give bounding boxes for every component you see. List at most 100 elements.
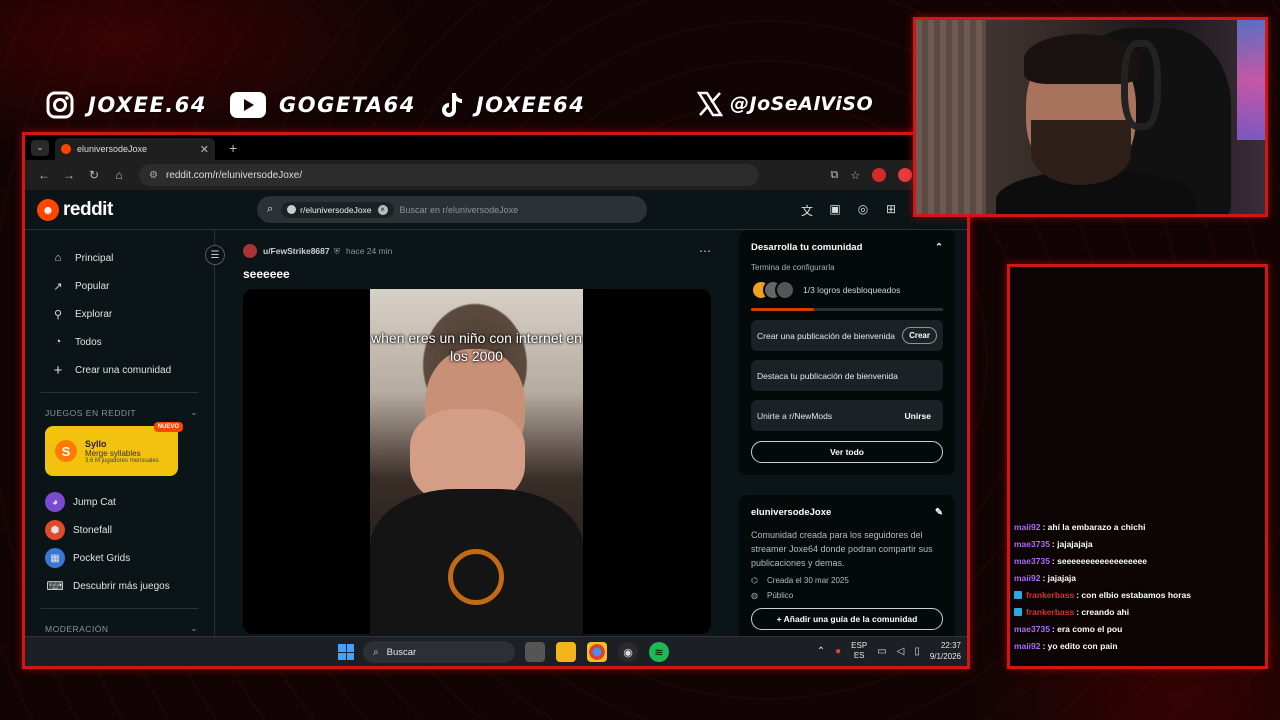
sidebar-item-todos[interactable]: ◔ Todos [25,328,214,356]
task-label: Unirte a r/NewMods [757,410,833,421]
spotify-icon[interactable]: ≋ [649,642,669,662]
chat-username: mae3735 [1014,538,1050,549]
clock[interactable]: 22:37 9/1/2026 [930,640,961,662]
post-title[interactable]: seeeeee [243,267,711,281]
community-created: ⌬ Creada el 30 mar 2025 [751,576,943,585]
back-icon[interactable]: ← [33,168,55,182]
game-label: Stonefall [73,524,112,536]
sidebar-item-popular[interactable]: ↗ Popular [25,272,214,300]
add-guide-button[interactable]: + Añadir una guía de la comunidad [751,608,943,630]
explore-icon: ⚲ [53,308,63,321]
syllo-logo-icon: S [55,440,77,462]
reddit-logo-icon[interactable]: ☻ [37,198,59,221]
community-visibility: ◍ Público [751,591,943,600]
reddit-search-input[interactable]: ⌕ r/eluniversodeJoxe × Buscar en r/eluni… [257,196,647,223]
view-all-button[interactable]: Ver todo [751,441,943,463]
windows-start-icon[interactable] [338,644,354,660]
collapse-sidebar-icon[interactable]: ☰ [205,245,225,265]
chevron-up-icon[interactable]: ⌃ [817,646,825,657]
game-item-jump-cat[interactable]: ◕ Jump Cat [25,488,214,516]
game-label: Pocket Grids [73,552,131,564]
home-browser-icon[interactable]: ⌂ [108,168,130,182]
reddit-wordmark[interactable]: reddit [63,199,113,221]
sidebar-item-principal[interactable]: ⌂ Principal [25,244,214,272]
extension-icon[interactable] [898,168,913,182]
progress-fill [751,308,815,311]
game-item-stonefall[interactable]: ⬢ Stonefall [25,516,214,544]
microphone-icon[interactable]: ● [835,646,841,657]
bookmark-star-icon[interactable]: ☆ [850,169,860,182]
clock-time: 22:37 [940,641,961,650]
setup-header[interactable]: Desarrolla tu comunidad ⌃ [751,242,943,253]
task-highlight-post[interactable]: Destaca tu publicación de bienvenida [751,360,943,391]
browser-tab[interactable]: eluniversodeJoxe ✕ [55,138,215,160]
chat-username: maii92 [1014,640,1041,651]
obs-icon[interactable]: ◉ [618,642,638,662]
network-icon[interactable]: ▭ [877,646,886,657]
guide-label: Añadir una guía de la comunidad [783,614,918,624]
reload-icon[interactable]: ↻ [83,168,105,182]
language-indicator[interactable]: ESP ES [851,641,867,661]
game-item-pocket-grids[interactable]: ▦ Pocket Grids [25,544,214,572]
translate-icon[interactable]: 文 [799,202,815,218]
join-button[interactable]: Unirse [905,411,937,421]
social-handle: JOXEE64 [475,93,586,117]
sidebar-item-explorar[interactable]: ⚲ Explorar [25,300,214,328]
social-youtube: GOGETA64 [229,89,416,121]
social-handle: @JoSeAlViSO [730,93,874,115]
tab-search-icon[interactable]: ⌄ [31,139,49,156]
user-avatar[interactable] [243,244,257,258]
post-author[interactable]: u/FewStrike8687 [263,246,330,256]
chat-text: : era como el pou [1051,623,1123,634]
subreddit-avatar-icon [287,205,297,214]
battery-icon[interactable]: ▯ [914,646,920,657]
volume-icon[interactable]: ◁ [897,646,905,657]
discover-games-link[interactable]: ⌨ Descubrir más juegos [25,572,214,600]
chevron-down-icon: ⌄ [190,623,198,633]
chat-message: frankerbass : creando ahi [1014,603,1264,620]
sidebar-item-crear-comunidad[interactable]: + Crear una comunidad [25,356,214,384]
close-tab-icon[interactable]: ✕ [200,143,209,156]
create-button[interactable]: Crear [902,327,937,344]
chat-username: frankerbass [1026,589,1075,600]
extension-icon[interactable] [872,168,887,182]
chrome-icon[interactable] [587,642,607,662]
featured-game-card[interactable]: S Syllo Merge syllables 3.6 M jugadores … [45,422,183,476]
url-field[interactable]: ⚙ reddit.com/r/eluniversodeJoxe/ [139,164,759,186]
ads-icon[interactable]: ▣ [827,202,843,218]
chat-message: maii92 : jajajaja [1014,569,1264,586]
post-media[interactable]: when eres un niño con internet en los 20… [243,289,711,634]
video-frame[interactable]: when eres un niño con internet en los 20… [370,289,583,634]
discover-label: Descubrir más juegos [73,580,170,592]
chat-username: mae3735 [1014,623,1050,634]
new-tab-icon[interactable]: + [229,140,237,156]
forward-icon[interactable]: → [58,168,80,182]
chat-icon[interactable]: ◎ [855,202,871,218]
taskbar-search-input[interactable]: ⌕ Buscar [363,641,515,663]
youtube-icon [229,89,267,121]
plus-icon: + [53,361,63,379]
left-sidebar: ⌂ Principal ↗ Popular ⚲ Explorar ◔ Todos… [25,230,215,636]
moderation-section-header[interactable]: MODERACIÓN ⌄ [25,623,214,634]
task-join-newmods[interactable]: Unirte a r/NewMods Unirse [751,400,943,431]
lang-bottom: ES [853,651,865,660]
cake-icon: ⌬ [751,576,758,585]
search-subreddit-chip[interactable]: r/eluniversodeJoxe × [281,201,394,218]
all-icon: ◔ [54,336,62,348]
install-icon[interactable]: ⧉ [830,169,838,182]
chip-remove-icon[interactable]: × [377,204,388,215]
create-post-icon[interactable]: ⊞ [883,202,899,218]
more-options-icon[interactable]: ⋯ [699,244,711,258]
games-section-header[interactable]: JUEGOS EN REDDIT ⌄ [25,407,214,418]
edit-pencil-icon[interactable]: ✎ [935,507,943,518]
home-icon: ⌂ [54,252,62,264]
chat-text: : jajajaja [1042,572,1077,583]
task-welcome-post[interactable]: Crear una publicación de bienvenida Crea… [751,320,943,351]
task-view-icon[interactable] [525,642,545,662]
site-info-icon[interactable]: ⚙ [149,170,158,181]
achievement-badge-icon [775,280,795,300]
achievements-row: 1/3 logros desbloqueados [751,280,943,300]
file-explorer-icon[interactable] [556,642,576,662]
sidebar-item-label: Explorar [75,308,113,320]
reddit-favicon-icon [61,144,71,154]
